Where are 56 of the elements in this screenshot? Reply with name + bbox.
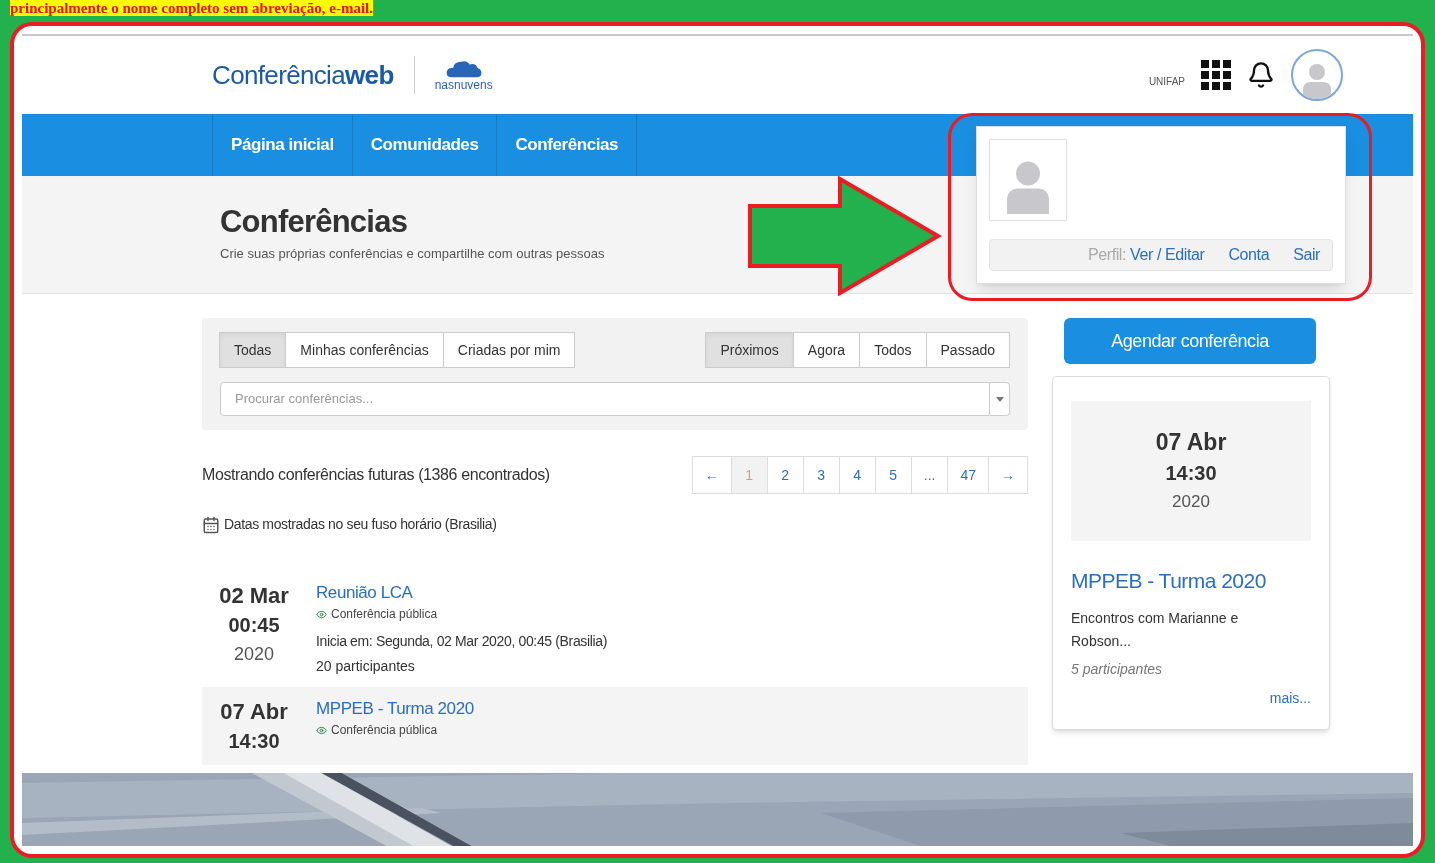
conference-time: 00:45 — [228, 613, 280, 638]
conference-start-time: Inicia em: Segunda, 02 Mar 2020, 00:45 (Brasilia) — [316, 632, 608, 651]
featured-time: 14:30 — [1165, 461, 1217, 486]
pagination-button[interactable]: 4 — [838, 456, 876, 494]
visibility-label: Conferência pública — [331, 722, 438, 739]
apps-grid-icon[interactable] — [1201, 60, 1231, 90]
logo-text: Conferênciaweb — [212, 58, 394, 92]
results-summary: Mostrando conferências futuras (1386 encontrados) — [202, 465, 550, 485]
pagination-button[interactable]: → — [988, 456, 1028, 494]
eye-icon — [316, 608, 327, 620]
more-link[interactable]: mais... — [1269, 687, 1311, 709]
pagination-button[interactable]: 3 — [802, 456, 840, 494]
profile-label: Perfil: — [1087, 245, 1127, 265]
cloud-icon — [444, 59, 483, 79]
eye-icon — [316, 724, 327, 736]
featured-title-link[interactable]: MPPEB - Turma 2020 — [1071, 565, 1311, 597]
page-title: Conferências — [220, 204, 409, 240]
conference-year: 2020 — [233, 643, 274, 666]
time-filter-button[interactable]: Passado — [925, 332, 1010, 368]
schedule-conference-button[interactable]: Agendar conferência — [1064, 318, 1316, 364]
search-field[interactable]: Procurar conferências... — [220, 382, 990, 416]
dropdown-toggle[interactable] — [990, 382, 1010, 416]
conference-date: 02 Mar — [219, 582, 289, 610]
profile-link[interactable]: Sair — [1293, 243, 1320, 267]
pagination-button[interactable]: 2 — [766, 456, 804, 494]
scope-filter-button[interactable]: Minhas conferências — [285, 332, 444, 368]
conference-time: 14:30 — [228, 729, 280, 754]
organization-label: UNIFAP — [1148, 74, 1185, 89]
scope-filter-button[interactable]: Todas — [219, 332, 287, 368]
arrow-icon — [748, 176, 942, 296]
featured-year: 2020 — [1172, 491, 1210, 513]
featured-date: 07 Abr — [1155, 428, 1227, 457]
dropdown-caret-icon — [995, 396, 1004, 402]
pagination-button[interactable]: 47 — [947, 456, 989, 494]
time-filter-button[interactable]: Todos — [859, 332, 927, 368]
annotation-text: principalmente o nome completo sem abreviação, e-mail. — [10, 0, 373, 16]
pagination-button[interactable]: ← — [691, 456, 732, 494]
page-subtitle: Crie suas próprias conferências e compartilhe com outras pessoas — [220, 245, 605, 263]
visibility-label: Conferência pública — [331, 606, 438, 623]
time-filter-button[interactable]: Agora — [792, 332, 861, 368]
partner-logo: nasnuvens — [434, 59, 493, 91]
conference-title-link[interactable]: Reunião LCA — [316, 581, 608, 605]
featured-description: Encontros com Marianne e Robson... — [1071, 608, 1240, 651]
time-filter-button[interactable]: Próximos — [705, 332, 794, 368]
profile-link[interactable]: Ver / Editar — [1130, 243, 1205, 267]
featured-participant-count: 5 participantes — [1071, 659, 1164, 679]
participant-count: 20 participantes — [316, 657, 416, 676]
conference-title-link[interactable]: MPPEB - Turma 2020 — [316, 697, 474, 721]
profile-link[interactable]: Conta — [1228, 243, 1270, 267]
pagination-button[interactable]: 5 — [874, 456, 912, 494]
scope-filter-button[interactable]: Criadas por mim — [442, 332, 576, 368]
timezone-note: Datas mostradas no seu fuso horário (Brasilia) — [224, 515, 497, 534]
calendar-icon — [202, 515, 220, 534]
conference-date: 07 Abr — [220, 698, 288, 726]
pagination-button[interactable]: ... — [910, 456, 949, 494]
notifications-bell-icon[interactable] — [1247, 61, 1275, 89]
